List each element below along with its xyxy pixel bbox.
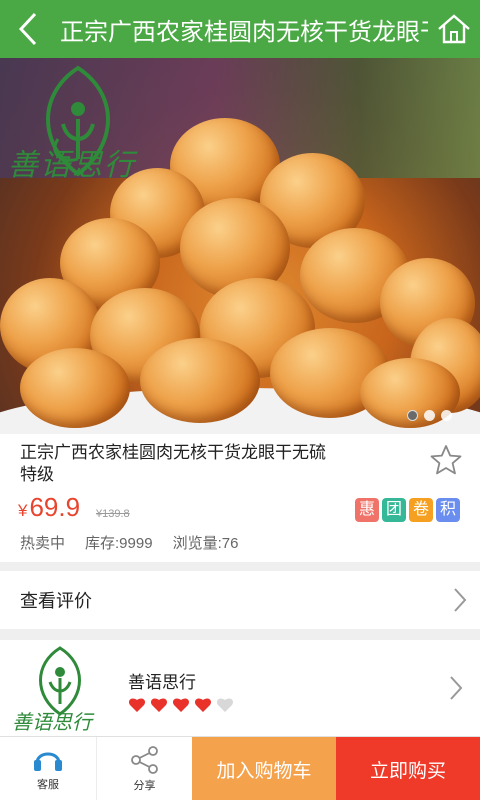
page-title: 正宗广西农家桂圆肉无核干货龙眼干无硫特级 (60, 18, 428, 46)
back-arrow-icon (18, 12, 37, 46)
top-nav-bar: 正宗广西农家桂圆肉无核干货龙眼干无硫特级 (0, 0, 480, 58)
back-button[interactable] (0, 0, 56, 58)
share-button[interactable]: 分享 (96, 737, 192, 800)
share-label: 分享 (133, 779, 156, 792)
view-count: 浏览量:76 (172, 535, 239, 552)
shop-name: 善语思行 (128, 673, 196, 692)
chevron-right-icon (440, 571, 480, 629)
star-icon (430, 445, 462, 475)
bottom-action-bar: 客服 分享 加入购物车 立即购买 (0, 736, 480, 800)
price-value: 69.9 (29, 492, 81, 522)
heart-empty-icon (216, 698, 234, 712)
service-label: 客服 (37, 778, 59, 791)
share-icon (130, 745, 158, 774)
product-info-panel: 正宗广西农家桂圆肉无核干货龙眼干无硫特级 ¥69.9 ¥139.8 惠 团 卷 … (0, 434, 480, 562)
carousel-dot[interactable] (424, 410, 435, 421)
tag-points[interactable]: 积 (436, 498, 460, 522)
promo-tags: 惠 团 卷 积 (355, 498, 460, 522)
headset-icon (34, 752, 62, 771)
original-price: ¥139.8 (96, 508, 130, 520)
carousel-dot[interactable] (441, 410, 452, 421)
brand-logo-overlay: 善语思行 (8, 64, 148, 224)
shop-logo: 善语思行 (12, 644, 108, 734)
customer-service-button[interactable]: 客服 (0, 737, 96, 800)
buy-now-button[interactable]: 立即购买 (336, 737, 480, 800)
carousel-dot[interactable] (407, 410, 418, 421)
shop-logo-text: 善语思行 (12, 710, 92, 734)
heart-icon (128, 698, 146, 712)
sale-status: 热卖中 (20, 535, 66, 552)
heart-icon (172, 698, 190, 712)
logo-text: 善语思行 (8, 148, 136, 183)
tag-discount[interactable]: 惠 (355, 498, 379, 522)
product-title: 正宗广西农家桂圆肉无核干货龙眼干无硫特级 (20, 443, 326, 484)
heart-icon (150, 698, 168, 712)
product-stats: 热卖中 库存:9999 浏览量:76 (20, 532, 258, 553)
stock-count: 库存:9999 (85, 535, 153, 552)
add-to-cart-button[interactable]: 加入购物车 (192, 737, 336, 800)
tag-coupon[interactable]: 卷 (409, 498, 433, 522)
carousel-indicator (407, 410, 452, 421)
heart-icon (194, 698, 212, 712)
tag-group-buy[interactable]: 团 (382, 498, 406, 522)
product-image-carousel[interactable]: 善语思行 (0, 58, 480, 434)
view-reviews-row[interactable]: 查看评价 (0, 571, 480, 629)
review-label: 查看评价 (20, 591, 92, 611)
current-price: ¥69.9 (18, 492, 80, 523)
shop-rating (128, 696, 238, 714)
shop-info-row[interactable]: 善语思行 善语思行 (0, 640, 480, 736)
home-icon (438, 14, 470, 44)
favorite-button[interactable] (430, 444, 462, 476)
currency-symbol: ¥ (18, 501, 28, 520)
home-button[interactable] (428, 0, 480, 58)
chevron-right-icon (436, 660, 476, 716)
